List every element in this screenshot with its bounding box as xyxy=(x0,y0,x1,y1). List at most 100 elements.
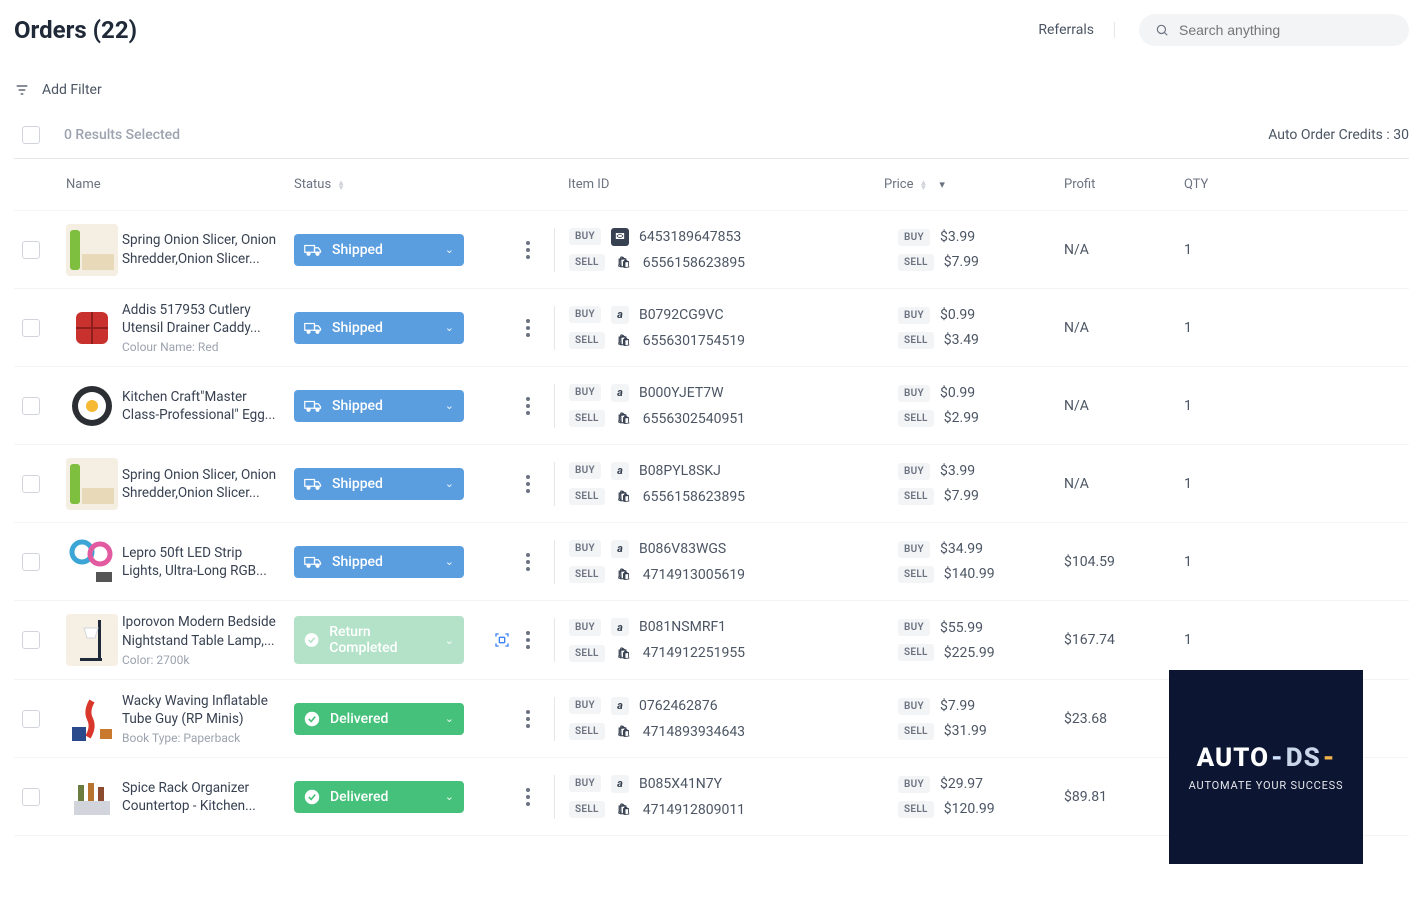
sell-item-id[interactable]: 4714912809011 xyxy=(643,802,745,818)
col-status[interactable]: Status ▲▼ xyxy=(294,177,494,192)
status-pill[interactable]: Shipped ⌄ xyxy=(294,312,464,344)
table-row: Spring Onion Slicer, Onion Shredder,Onio… xyxy=(14,445,1409,523)
scan-icon[interactable] xyxy=(494,630,510,650)
product-name[interactable]: Spice Rack Organizer Countertop - Kitche… xyxy=(122,779,284,815)
sell-tag: SELL xyxy=(898,410,934,427)
sell-item-id[interactable]: 6556158623895 xyxy=(643,489,745,505)
sell-item-id[interactable]: 4714913005619 xyxy=(643,567,745,583)
product-thumbnail[interactable] xyxy=(66,771,118,823)
row-menu-button[interactable] xyxy=(522,393,534,419)
row-menu-button[interactable] xyxy=(522,706,534,732)
row-checkbox[interactable] xyxy=(22,319,40,337)
sell-price: $7.99 xyxy=(944,254,979,270)
product-name[interactable]: Kitchen Craft"Master Class-Professional"… xyxy=(122,388,284,424)
buy-item-id[interactable]: B085X41N7Y xyxy=(639,776,722,792)
qty-value: 1 xyxy=(1184,242,1254,258)
col-profit[interactable]: Profit xyxy=(1064,177,1184,192)
referrals-link[interactable]: Referrals xyxy=(1038,22,1115,38)
chevron-down-icon: ⌄ xyxy=(445,634,454,647)
select-all-checkbox[interactable] xyxy=(22,126,40,144)
row-menu-button[interactable] xyxy=(522,471,534,497)
row-menu-button[interactable] xyxy=(522,784,534,810)
row-checkbox[interactable] xyxy=(22,788,40,806)
sell-price: $2.99 xyxy=(944,410,979,426)
row-menu-button[interactable] xyxy=(522,237,534,263)
row-checkbox[interactable] xyxy=(22,631,40,649)
buy-item-id[interactable]: B08PYL8SKJ xyxy=(639,463,721,479)
row-checkbox[interactable] xyxy=(22,475,40,493)
add-filter-button[interactable]: Add Filter xyxy=(14,64,1409,116)
profit-value: $104.59 xyxy=(1064,554,1184,570)
product-thumbnail[interactable] xyxy=(66,458,118,510)
product-name[interactable]: Spring Onion Slicer, Onion Shredder,Onio… xyxy=(122,466,284,502)
buy-tag: BUY xyxy=(569,697,601,714)
profit-value: $23.68 xyxy=(1064,711,1184,727)
row-menu-button[interactable] xyxy=(522,627,534,653)
product-thumbnail[interactable] xyxy=(66,614,118,666)
product-thumbnail[interactable] xyxy=(66,224,118,276)
sell-item-id[interactable]: 6556301754519 xyxy=(643,333,745,349)
sell-tag: SELL xyxy=(898,723,934,740)
amazon-icon xyxy=(611,384,629,402)
sort-icon: ▲▼ xyxy=(337,180,345,190)
amazon-icon xyxy=(611,775,629,793)
sell-tag: SELL xyxy=(898,644,934,661)
buy-item-id[interactable]: 0762462876 xyxy=(639,698,718,714)
product-thumbnail[interactable] xyxy=(66,380,118,432)
search-box[interactable] xyxy=(1139,14,1409,46)
buy-price: $29.97 xyxy=(940,776,983,792)
shopify-icon xyxy=(615,254,633,272)
product-thumbnail[interactable] xyxy=(66,536,118,588)
status-label: Shipped xyxy=(332,320,383,336)
table-row: Addis 517953 Cutlery Utensil Drainer Cad… xyxy=(14,289,1409,367)
row-menu-button[interactable] xyxy=(522,549,534,575)
row-menu-button[interactable] xyxy=(522,315,534,341)
product-thumbnail[interactable] xyxy=(66,302,118,354)
row-checkbox[interactable] xyxy=(22,553,40,571)
sell-tag: SELL xyxy=(569,332,605,349)
status-pill[interactable]: Delivered ⌄ xyxy=(294,703,464,735)
buy-item-id[interactable]: B000YJET7W xyxy=(639,385,724,401)
sell-item-id[interactable]: 4714893934643 xyxy=(643,724,745,740)
status-pill[interactable]: Shipped ⌄ xyxy=(294,234,464,266)
sell-item-id[interactable]: 4714912251955 xyxy=(643,645,745,661)
product-name[interactable]: Lepro 50ft LED Strip Lights, Ultra-Long … xyxy=(122,544,284,580)
amazon-icon xyxy=(611,697,629,715)
qty-value: 1 xyxy=(1184,632,1254,648)
status-pill[interactable]: Shipped ⌄ xyxy=(294,390,464,422)
row-checkbox[interactable] xyxy=(22,397,40,415)
status-label: Delivered xyxy=(330,789,388,805)
status-pill[interactable]: Delivered ⌄ xyxy=(294,781,464,813)
col-itemid[interactable]: Item ID xyxy=(554,177,884,192)
row-checkbox[interactable] xyxy=(22,241,40,259)
search-input[interactable] xyxy=(1179,22,1393,38)
table-row: Spring Onion Slicer, Onion Shredder,Onio… xyxy=(14,211,1409,289)
buy-item-id[interactable]: B0792CG9VC xyxy=(639,307,724,323)
buy-item-id[interactable]: B086V83WGS xyxy=(639,541,726,557)
status-pill[interactable]: Return Completed ⌄ xyxy=(294,616,464,664)
col-name[interactable]: Name xyxy=(66,177,294,192)
add-filter-label: Add Filter xyxy=(42,82,102,98)
status-pill[interactable]: Shipped ⌄ xyxy=(294,468,464,500)
sell-item-id[interactable]: 6556302540951 xyxy=(643,411,745,427)
product-name[interactable]: Addis 517953 Cutlery Utensil Drainer Cad… xyxy=(122,301,284,337)
buy-item-id[interactable]: 6453189647853 xyxy=(639,229,741,245)
sell-price: $3.49 xyxy=(944,332,979,348)
check-circle-icon xyxy=(304,632,319,648)
promo-tagline: AUTOMATE YOUR SUCCESS xyxy=(1189,779,1344,792)
selection-count: 0 Results Selected xyxy=(64,127,180,143)
product-thumbnail[interactable] xyxy=(66,693,118,745)
col-qty[interactable]: QTY xyxy=(1184,177,1254,192)
product-name[interactable]: Iporovon Modern Bedside Nightstand Table… xyxy=(122,613,284,649)
shopify-icon xyxy=(615,332,633,350)
buy-price: $0.99 xyxy=(940,385,975,401)
buy-price: $3.99 xyxy=(940,229,975,245)
product-name[interactable]: Wacky Waving Inflatable Tube Guy (RP Min… xyxy=(122,692,284,728)
buy-item-id[interactable]: B081NSMRF1 xyxy=(639,619,726,635)
col-price[interactable]: Price ▲▼ ▾ xyxy=(884,177,1064,192)
status-pill[interactable]: Shipped ⌄ xyxy=(294,546,464,578)
product-variant: Book Type: Paperback xyxy=(122,731,284,745)
product-name[interactable]: Spring Onion Slicer, Onion Shredder,Onio… xyxy=(122,231,284,267)
sell-item-id[interactable]: 6556158623895 xyxy=(643,255,745,271)
row-checkbox[interactable] xyxy=(22,710,40,728)
